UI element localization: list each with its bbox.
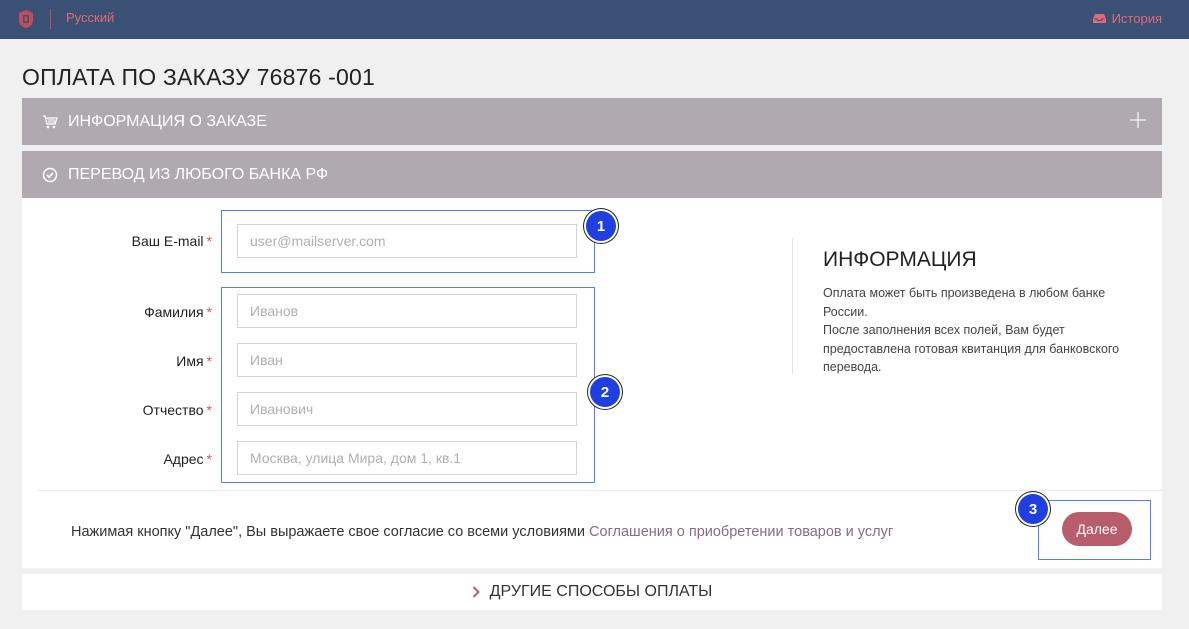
next-button[interactable]: Далее (1062, 512, 1132, 546)
patronymic-label: Отчество * (22, 402, 212, 418)
name-label: Имя * (22, 353, 212, 369)
required-mark: * (206, 304, 212, 320)
inbox-icon (1092, 14, 1106, 23)
consent-text: Нажимая кнопку "Далее", Вы выражаете сво… (71, 524, 893, 540)
cart-icon (43, 114, 58, 128)
page-title: ОПЛАТА ПО ЗАКАЗУ 76876 -001 (22, 64, 376, 90)
required-mark: * (206, 353, 212, 369)
topbar-divider (50, 9, 51, 29)
top-bar: Русский История (0, 0, 1189, 39)
highlight-email-box (221, 210, 595, 273)
other-payment-methods-label: ДРУГИЕ СПОСОБЫ ОПЛАТЫ (489, 583, 713, 600)
payment-form-panel: Ваш E-mail* Фамилия* Имя* Отчество* Адре… (22, 198, 1162, 568)
name-label-text: Имя (176, 353, 204, 369)
marker-2: 2 (590, 377, 620, 407)
bank-transfer-title: ПЕРЕВОД ИЗ ЛЮБОГО БАНКА РФ (68, 165, 329, 183)
check-circle-icon (42, 167, 58, 182)
info-title: ИНФОРМАЦИЯ (823, 248, 977, 271)
required-mark: * (206, 451, 212, 467)
order-info-title: ИНФОРМАЦИЯ О ЗАКАЗЕ (68, 112, 267, 130)
plus-icon[interactable] (1130, 112, 1146, 128)
history-label: История (1111, 11, 1162, 26)
required-mark: * (206, 402, 212, 418)
history-link[interactable]: История (1092, 11, 1162, 26)
marker-3: 3 (1018, 494, 1048, 524)
surname-label-text: Фамилия (144, 304, 204, 320)
agreement-link[interactable]: Соглашения о приобретении товаров и услу… (589, 524, 893, 540)
other-payment-methods-bar[interactable]: ДРУГИЕ СПОСОБЫ ОПЛАТЫ (22, 574, 1162, 610)
chevron-right-icon (472, 586, 480, 598)
info-line-1: Оплата может быть произведена в любом ба… (823, 286, 1106, 319)
highlight-personal-box (221, 287, 595, 483)
info-line-2: После заполнения всех полей, Вам будет п… (823, 323, 1120, 374)
required-mark: * (206, 233, 212, 249)
consent-text-body: Нажимая кнопку "Далее", Вы выражаете сво… (71, 524, 585, 540)
order-info-panel-header[interactable]: ИНФОРМАЦИЯ О ЗАКАЗЕ (22, 98, 1162, 145)
email-label-text: Ваш E-mail (131, 233, 204, 249)
email-label: Ваш E-mail * (22, 233, 212, 249)
patronymic-label-text: Отчество (142, 402, 204, 418)
form-separator (37, 490, 1162, 491)
info-text: Оплата может быть произведена в любом ба… (823, 284, 1133, 377)
marker-1: 1 (586, 211, 616, 241)
info-divider (792, 238, 793, 374)
address-label: Адрес * (22, 451, 212, 467)
bank-transfer-panel-header[interactable]: ПЕРЕВОД ИЗ ЛЮБОГО БАНКА РФ (22, 151, 1162, 198)
address-label-text: Адрес (163, 451, 204, 467)
surname-label: Фамилия * (22, 304, 212, 320)
language-link[interactable]: Русский (66, 10, 114, 25)
shield-logo-icon[interactable] (16, 9, 36, 29)
